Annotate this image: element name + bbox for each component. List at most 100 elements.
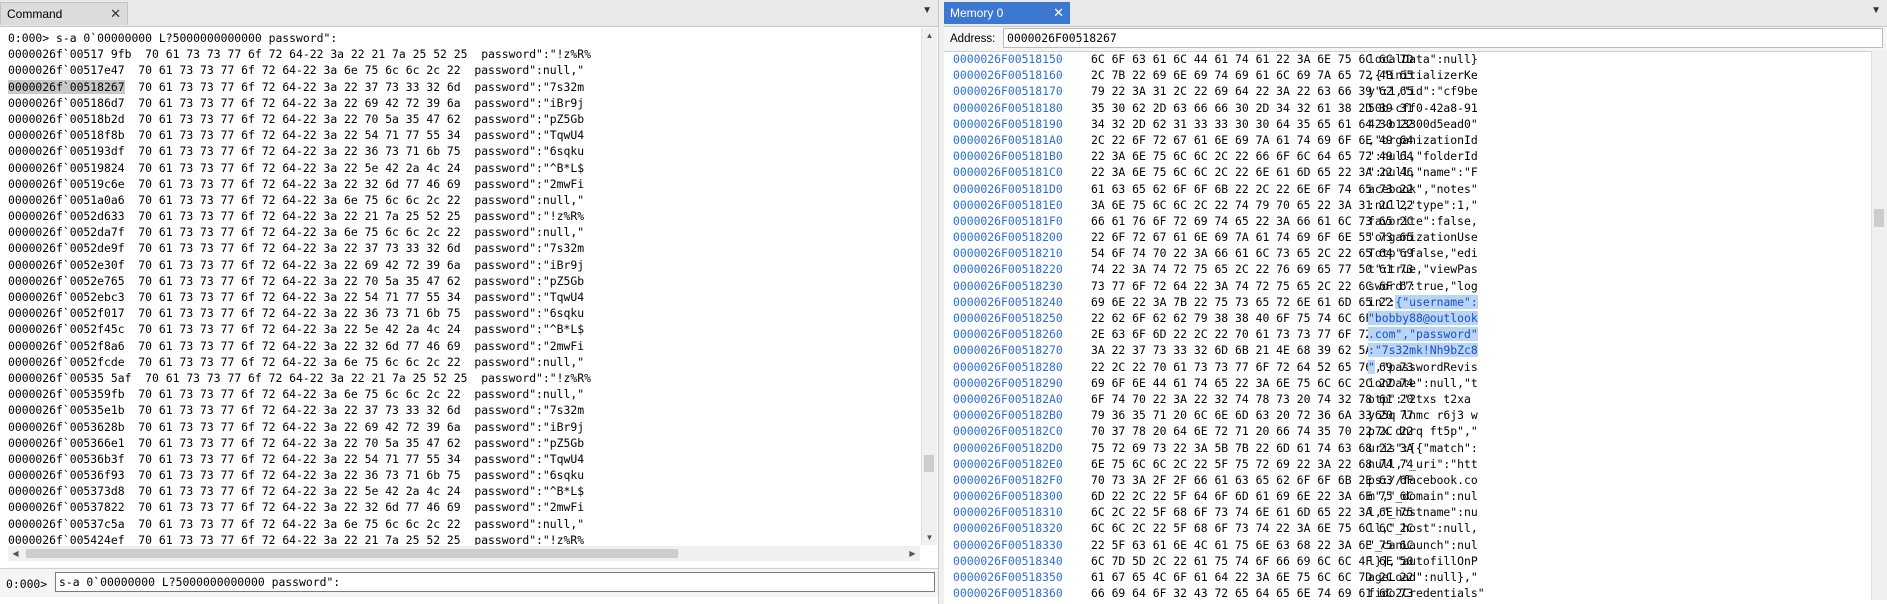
memory-address[interactable]: 0000026F005181E0	[953, 197, 1091, 213]
result-address[interactable]: 0000026f`00517 9f	[8, 47, 125, 61]
memory-ascii[interactable]: "organizationUse	[1368, 229, 1478, 245]
memory-address[interactable]: 0000026F00518170	[953, 83, 1091, 99]
memory-bytes[interactable]: 2C 22 6F 72 67 61 6E 69 7A 61 74 69 6F 6…	[1091, 132, 1413, 148]
scroll-thumb[interactable]	[924, 455, 934, 472]
memory-bytes[interactable]: 66 61 76 6F 72 69 74 65 22 3A 66 61 6C 7…	[1091, 213, 1413, 229]
memory-bytes[interactable]: 22 62 6F 62 62 79 38 38 40 6F 75 74 6C 6…	[1091, 310, 1413, 326]
memory-address[interactable]: 0000026F00518180	[953, 100, 1091, 116]
selected-text[interactable]: {"username":	[1395, 294, 1478, 309]
result-address[interactable]: 0000026f`005366e1	[8, 436, 125, 450]
result-address[interactable]: 0000026f`00536b3f	[8, 452, 125, 466]
memory-address[interactable]: 0000026F005181C0	[953, 164, 1091, 180]
memory-ascii[interactable]: :"7s32mk!Nh9bZc8	[1368, 342, 1478, 358]
memory-bytes[interactable]: 73 77 6F 72 64 22 3A 74 72 75 65 2C 22 6…	[1091, 278, 1413, 294]
memory-address[interactable]: 0000026F00518220	[953, 261, 1091, 277]
memory-bytes[interactable]: 61 67 65 4C 6F 61 64 22 3A 6E 75 6C 6C 7…	[1091, 569, 1413, 585]
memory-bytes[interactable]: 22 2C 22 70 61 73 73 77 6F 72 64 52 65 7…	[1091, 359, 1413, 375]
memory-address[interactable]: 0000026F005182E0	[953, 456, 1091, 472]
result-address[interactable]: 0000026f`0053628b	[8, 420, 125, 434]
memory-vertical-scrollbar[interactable]	[1871, 51, 1887, 600]
result-address[interactable]: 0000026f`005193df	[8, 144, 125, 158]
memory-ascii[interactable]: y":1,"id":"cf9be	[1368, 83, 1478, 99]
memory-ascii[interactable]: ","passwordRevis	[1368, 359, 1478, 375]
memory-address[interactable]: 0000026F005182A0	[953, 391, 1091, 407]
memory-ascii[interactable]: l,"_hostname":nu	[1368, 504, 1478, 520]
memory-address[interactable]: 0000026F00518310	[953, 504, 1091, 520]
command-horizontal-scrollbar[interactable]: ◀ ▶	[8, 546, 920, 561]
memory-bytes[interactable]: 6E 75 6C 6C 2C 22 5F 75 72 69 22 3A 22 6…	[1091, 456, 1413, 472]
memory-ascii[interactable]: 42-b13300d5ead0"	[1368, 116, 1478, 132]
result-address[interactable]: 0000026f`00537822	[8, 500, 125, 514]
memory-address[interactable]: 0000026F00518200	[953, 229, 1091, 245]
result-address[interactable]: 0000026f`00535e1b	[8, 403, 125, 417]
memory-ascii[interactable]: ageLoad":null},"	[1368, 569, 1478, 585]
memory-ascii[interactable]: sword":true,"log	[1368, 278, 1478, 294]
memory-address[interactable]: 0000026F00518330	[953, 537, 1091, 553]
memory-address[interactable]: 0000026F00518160	[953, 67, 1091, 83]
memory-bytes[interactable]: 79 36 35 71 20 6C 6E 6D 63 20 72 36 6A 3…	[1091, 407, 1413, 423]
selected-text[interactable]: "	[1368, 359, 1375, 374]
memory-ascii[interactable]: null,"_uri":"htt	[1368, 456, 1478, 472]
memory-address[interactable]: 0000026F00518230	[953, 278, 1091, 294]
memory-address[interactable]: 0000026F005181B0	[953, 148, 1091, 164]
memory-address[interactable]: 0000026F00518240	[953, 294, 1091, 310]
memory-ascii[interactable]: 50b-cff0-42a8-91	[1368, 100, 1478, 116]
selected-text[interactable]: "bobby88@outlook	[1368, 311, 1478, 325]
scroll-left-icon[interactable]: ◀	[8, 546, 23, 561]
memory-bytes[interactable]: 22 3A 6E 75 6C 6C 2C 22 66 6F 6C 64 65 7…	[1091, 148, 1413, 164]
memory-bytes[interactable]: 70 73 3A 2F 2F 66 61 63 65 62 6F 6F 6B 2…	[1091, 472, 1413, 488]
memory-ascii[interactable]: ionDate":null,"t	[1368, 375, 1478, 391]
memory-ascii[interactable]: otp":"2txs t2xa	[1368, 391, 1478, 407]
memory-address[interactable]: 0000026F00518350	[953, 569, 1091, 585]
memory-address[interactable]: 0000026F00518360	[953, 585, 1091, 600]
memory-ascii[interactable]: favorite":false,	[1368, 213, 1478, 229]
memory-address[interactable]: 0000026F00518150	[953, 51, 1091, 67]
memory-address[interactable]: 0000026F005181F0	[953, 213, 1091, 229]
memory-ascii[interactable]: p7x dnrq ft5p","	[1368, 423, 1478, 439]
result-address[interactable]: 0000026f`0052f8a6	[8, 339, 125, 353]
memory-ascii[interactable]: y65q lnmc r6j3 w	[1368, 407, 1478, 423]
memory-address[interactable]: 0000026F00518300	[953, 488, 1091, 504]
result-address[interactable]: 0000026f`00537c5a	[8, 517, 125, 531]
memory-ascii[interactable]: fido2Credentials"	[1368, 585, 1485, 600]
memory-ascii[interactable]: "_canLaunch":nul	[1368, 537, 1478, 553]
result-address[interactable]: 0000026f`005373d8	[8, 484, 125, 498]
result-address[interactable]: 0000026f`005359fb	[8, 387, 125, 401]
memory-address[interactable]: 0000026F00518210	[953, 245, 1091, 261]
memory-bytes[interactable]: 3A 6E 75 6C 6C 2C 22 74 79 70 65 22 3A 3…	[1091, 197, 1413, 213]
memory-bytes[interactable]: 6C 6F 63 61 6C 44 61 74 61 22 3A 6E 75 6…	[1091, 51, 1413, 67]
result-address[interactable]: 0000026f`0052fcde	[8, 355, 125, 369]
result-address[interactable]: 0000026f`0052e765	[8, 274, 125, 288]
memory-bytes[interactable]: 69 6E 22 3A 7B 22 75 73 65 72 6E 61 6D 6…	[1091, 294, 1413, 310]
memory-bytes[interactable]: 61 63 65 62 6F 6F 6B 22 2C 22 6E 6F 74 6…	[1091, 181, 1413, 197]
memory-bytes[interactable]: 3A 22 37 73 33 32 6D 6B 21 4E 68 39 62 5…	[1091, 342, 1413, 358]
result-address[interactable]: 0000026f`00518267	[8, 79, 125, 94]
result-address[interactable]: 0000026f`005186d7	[8, 96, 125, 110]
result-address[interactable]: 0000026f`00536f93	[8, 468, 125, 482]
memory-ascii[interactable]: ,"organizationId	[1368, 132, 1478, 148]
memory-address[interactable]: 0000026F005181A0	[953, 132, 1091, 148]
result-address[interactable]: 0000026f`0052de9f	[8, 241, 125, 255]
memory-bytes[interactable]: 2E 63 6F 6D 22 2C 22 70 61 73 73 77 6F 7…	[1091, 326, 1413, 342]
memory-bytes[interactable]: 22 3A 6E 75 6C 6C 2C 22 6E 61 6D 65 22 3…	[1091, 164, 1413, 180]
result-address[interactable]: 0000026f`00518f8b	[8, 128, 125, 142]
tab-command[interactable]: Command ✕	[0, 2, 128, 25]
memory-bytes[interactable]: 22 5F 63 61 6E 4C 61 75 6E 63 68 22 3A 6…	[1091, 537, 1413, 553]
result-address[interactable]: 0000026f`0052d633	[8, 209, 125, 223]
result-address[interactable]: 0000026f`00517e47	[8, 63, 125, 77]
memory-bytes[interactable]: 6C 2C 22 5F 68 6F 73 74 6E 61 6D 65 22 3…	[1091, 504, 1413, 520]
memory-bytes[interactable]: 70 37 78 20 64 6E 72 71 20 66 74 35 70 2…	[1091, 423, 1413, 439]
memory-ascii[interactable]: "bobby88@outlook	[1368, 310, 1478, 326]
memory-bytes[interactable]: 2C 7B 22 69 6E 69 74 69 61 6C 69 7A 65 7…	[1091, 67, 1413, 83]
result-address[interactable]: 0000026f`00535 5a	[8, 371, 125, 385]
memory-bytes[interactable]: 6D 22 2C 22 5F 64 6F 6D 61 69 6E 22 3A 6…	[1091, 488, 1413, 504]
memory-bytes[interactable]: 54 6F 74 70 22 3A 66 61 6C 73 65 2C 22 6…	[1091, 245, 1413, 261]
selected-text[interactable]: .com","password"	[1368, 327, 1478, 342]
close-icon[interactable]: ✕	[1053, 5, 1064, 21]
memory-ascii[interactable]: :null,"type":1,"	[1368, 197, 1478, 213]
scroll-up-icon[interactable]: ▲	[922, 28, 937, 43]
memory-address[interactable]: 0000026F00518260	[953, 326, 1091, 342]
memory-address[interactable]: 0000026F005182D0	[953, 440, 1091, 456]
memory-ascii[interactable]: ":null,"folderId	[1368, 148, 1478, 164]
address-input[interactable]	[1003, 28, 1883, 48]
